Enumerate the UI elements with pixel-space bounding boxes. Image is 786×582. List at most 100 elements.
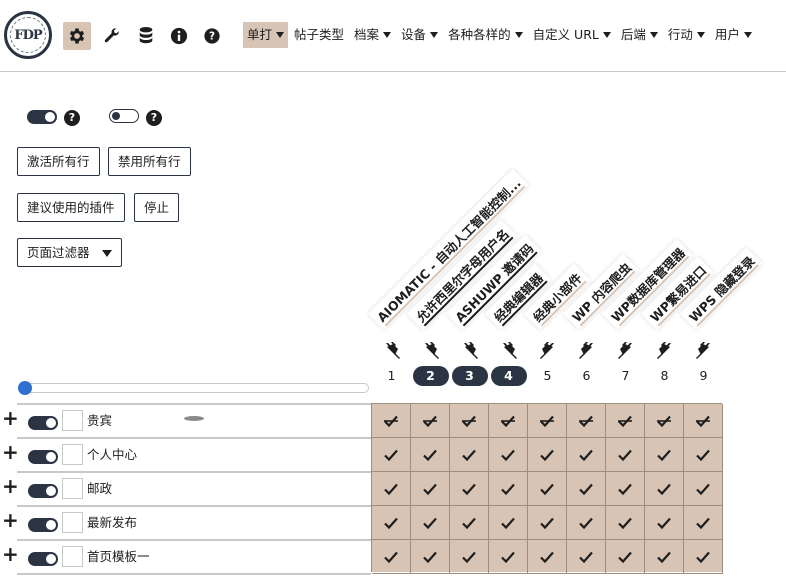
check-icon[interactable] <box>645 506 684 540</box>
expand-row-icon[interactable]: + <box>2 544 19 564</box>
help-icon[interactable]: ? <box>198 22 226 50</box>
expand-row-icon[interactable]: + <box>2 408 19 428</box>
check-icon[interactable] <box>684 506 723 540</box>
menu-backend[interactable]: 后端 <box>617 22 662 48</box>
row-name: 首页模板一 <box>87 549 150 564</box>
wrench-icon[interactable] <box>98 22 126 50</box>
row-checkbox[interactable] <box>62 546 83 567</box>
check-icon[interactable] <box>372 506 411 540</box>
disabled-check-icon[interactable] <box>450 404 489 438</box>
expand-row-icon[interactable]: + <box>2 476 19 496</box>
plug-icon[interactable] <box>461 341 479 359</box>
help-icon[interactable]: ? <box>64 110 80 126</box>
fdp-logo[interactable]: FDP <box>4 11 52 59</box>
check-icon[interactable] <box>528 506 567 540</box>
global-toggle-on[interactable] <box>27 110 57 124</box>
check-icon[interactable] <box>411 540 450 574</box>
gear-icon[interactable] <box>63 22 91 50</box>
row-divider <box>17 403 371 405</box>
check-icon[interactable] <box>567 506 606 540</box>
column-slider-track[interactable] <box>19 383 369 393</box>
check-icon[interactable] <box>606 472 645 506</box>
check-icon[interactable] <box>450 438 489 472</box>
row-checkbox[interactable] <box>62 512 83 533</box>
disabled-check-icon[interactable] <box>606 404 645 438</box>
check-icon[interactable] <box>372 540 411 574</box>
menu-misc[interactable]: 各种各样的 <box>444 22 527 48</box>
check-icon[interactable] <box>645 540 684 574</box>
row-toggle[interactable] <box>28 552 58 566</box>
check-icon[interactable] <box>606 438 645 472</box>
check-icon[interactable] <box>450 540 489 574</box>
plug-icon[interactable] <box>383 341 401 359</box>
disabled-check-icon[interactable] <box>645 404 684 438</box>
check-icon[interactable] <box>645 438 684 472</box>
check-icon[interactable] <box>411 438 450 472</box>
check-icon[interactable] <box>489 506 528 540</box>
check-icon[interactable] <box>489 438 528 472</box>
menu-post-types[interactable]: 帖子类型 <box>290 22 348 48</box>
plug-icon[interactable] <box>695 341 713 359</box>
check-icon[interactable] <box>450 472 489 506</box>
disabled-check-icon[interactable] <box>528 404 567 438</box>
menu-archives[interactable]: 档案 <box>350 22 395 48</box>
menu-custom-url[interactable]: 自定义 URL <box>529 22 615 48</box>
row-checkbox[interactable] <box>62 410 83 431</box>
column-slider-thumb[interactable] <box>18 381 32 395</box>
row-toggle[interactable] <box>28 518 58 532</box>
check-icon[interactable] <box>684 438 723 472</box>
menu-actions[interactable]: 行动 <box>664 22 709 48</box>
check-icon[interactable] <box>489 472 528 506</box>
row-checkbox[interactable] <box>62 478 83 499</box>
disabled-check-icon[interactable] <box>411 404 450 438</box>
plug-icon[interactable] <box>539 341 557 359</box>
disabled-check-icon[interactable] <box>567 404 606 438</box>
check-icon[interactable] <box>606 506 645 540</box>
check-icon[interactable] <box>684 540 723 574</box>
menu-devices[interactable]: 设备 <box>397 22 442 48</box>
database-icon[interactable] <box>132 22 160 50</box>
plug-icon[interactable] <box>422 341 440 359</box>
global-toggle-off[interactable] <box>109 109 139 123</box>
plug-icon[interactable] <box>617 341 635 359</box>
expand-row-icon[interactable]: + <box>2 442 19 462</box>
expand-row-icon[interactable]: + <box>2 510 19 530</box>
check-icon[interactable] <box>684 472 723 506</box>
page-filter-dropdown[interactable]: 页面过滤器 <box>17 238 122 267</box>
check-icon[interactable] <box>606 540 645 574</box>
check-icon[interactable] <box>528 540 567 574</box>
check-icon[interactable] <box>489 540 528 574</box>
menu-label: 单打 <box>247 27 273 42</box>
check-icon[interactable] <box>450 506 489 540</box>
check-icon[interactable] <box>372 438 411 472</box>
stop-button[interactable]: 停止 <box>134 193 180 222</box>
check-icon[interactable] <box>372 472 411 506</box>
check-icon[interactable] <box>645 472 684 506</box>
menu-users[interactable]: 用户 <box>711 22 756 48</box>
plugin-number-4: 4 <box>490 366 527 386</box>
suggest-plugins-button[interactable]: 建议使用的插件 <box>17 193 125 222</box>
check-icon[interactable] <box>411 506 450 540</box>
row-toggle[interactable] <box>28 450 58 464</box>
activate-all-rows-button[interactable]: 激活所有行 <box>17 147 100 176</box>
disabled-check-icon[interactable] <box>489 404 528 438</box>
menu-label: 各种各样的 <box>448 27 511 42</box>
row-toggle[interactable] <box>28 484 58 498</box>
plug-icon[interactable] <box>578 341 596 359</box>
plug-icon[interactable] <box>656 341 674 359</box>
check-icon[interactable] <box>567 540 606 574</box>
help-icon[interactable]: ? <box>146 110 162 126</box>
info-icon[interactable] <box>165 22 193 50</box>
menu-singles[interactable]: 单打 <box>243 22 289 48</box>
disabled-check-icon[interactable] <box>372 404 411 438</box>
check-icon[interactable] <box>528 472 567 506</box>
row-toggle[interactable] <box>28 416 58 430</box>
check-icon[interactable] <box>567 438 606 472</box>
disable-all-rows-button[interactable]: 禁用所有行 <box>108 147 191 176</box>
plug-icon[interactable] <box>500 341 518 359</box>
check-icon[interactable] <box>528 438 567 472</box>
row-checkbox[interactable] <box>62 444 83 465</box>
check-icon[interactable] <box>567 472 606 506</box>
check-icon[interactable] <box>411 472 450 506</box>
disabled-check-icon[interactable] <box>684 404 723 438</box>
